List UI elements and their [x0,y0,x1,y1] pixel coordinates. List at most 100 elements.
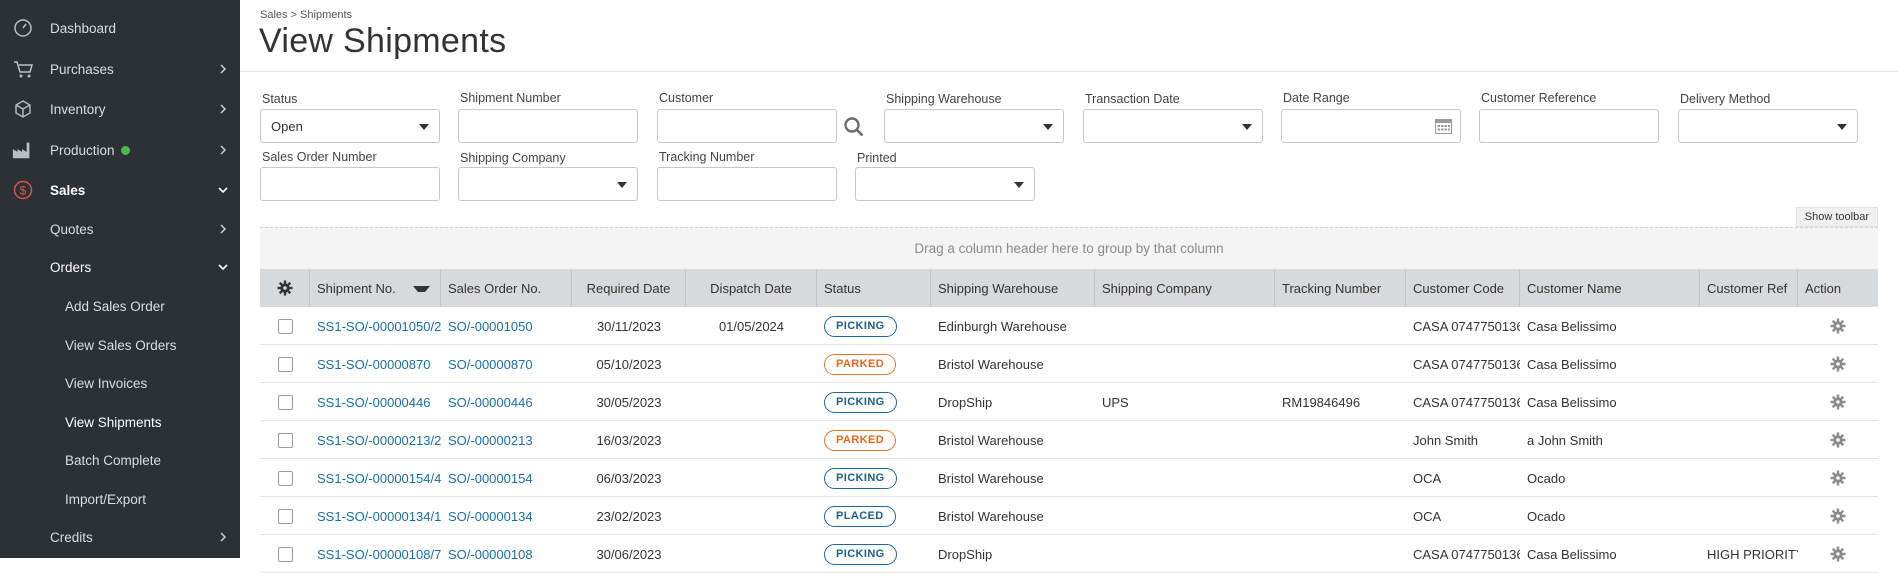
column-header-shipment-no[interactable]: Shipment No. [310,269,441,307]
column-header-dispatch-date[interactable]: Dispatch Date [686,269,817,307]
sidebar-item-add-sales-order[interactable]: Add Sales Order [0,288,240,324]
table-row[interactable]: SS1-SO/-00000154/4 SO/-00000154 06/03/2023… [260,459,1878,497]
sidebar-item-view-sales-orders[interactable]: View Sales Orders [0,327,240,363]
sales-order-no-cell: SO/-00000213 [441,421,572,459]
shipment-link[interactable]: SS1-SO/-00001050/2 [317,319,441,334]
sales-order-link[interactable]: SO/-00000446 [448,395,533,410]
sales-order-number-input[interactable] [260,167,440,201]
customer-ref-cell [1700,383,1798,421]
shipment-link[interactable]: SS1-SO/-00000870 [317,357,430,372]
printed-select[interactable] [855,167,1035,201]
sidebar-item-orders[interactable]: Orders [0,249,240,285]
customer-code-cell: CASA 0747750136 [1413,318,1520,334]
gear-icon[interactable] [1830,356,1846,372]
sidebar-item-purchases[interactable]: Purchases [0,51,240,87]
sales-order-link[interactable]: SO/-00000870 [448,357,533,372]
gear-icon[interactable] [1830,508,1846,524]
sales-order-link[interactable]: SO/-00000154 [448,471,533,486]
customer-code-cell: CASA 0747750136 [1413,356,1520,372]
row-checkbox[interactable] [277,318,293,334]
table-row[interactable]: SS1-SO/-00000108/7 SO/-00000108 30/06/2023… [260,535,1878,573]
sidebar-item-sales[interactable]: $ Sales [0,172,240,208]
sales-order-link[interactable]: SO/-00001050 [448,319,533,334]
row-checkbox[interactable] [277,394,293,410]
table-row[interactable]: SS1-SO/-00001050/2 SO/-00001050 30/11/2023… [260,307,1878,345]
sidebar-item-dashboard[interactable]: Dashboard [0,10,240,46]
gear-icon[interactable] [1830,470,1846,486]
sidebar-item-batch-complete[interactable]: Batch Complete [0,442,240,478]
gear-icon[interactable] [1830,318,1846,334]
shipment-no-cell: SS1-SO/-00000108/7 [310,535,441,573]
sidebar-item-production[interactable]: Production [0,132,240,168]
sidebar-item-quotes[interactable]: Quotes [0,211,240,247]
sales-order-link[interactable]: SO/-00000108 [448,547,533,562]
column-header-required-date[interactable]: Required Date [572,269,686,307]
shipment-link[interactable]: SS1-SO/-00000154/4 [317,471,441,486]
column-header-sales-order-no[interactable]: Sales Order No. [441,269,572,307]
table-row[interactable]: SS1-SO/-00000870 SO/-00000870 05/10/2023 PA… [260,345,1878,383]
sales-order-link[interactable]: SO/-00000213 [448,433,533,448]
shipment-link[interactable]: SS1-SO/-00000108/7 [317,547,441,562]
tracking-number-input[interactable] [657,167,837,201]
column-header-customer-code[interactable]: Customer Code [1406,269,1520,307]
customer-reference-input[interactable] [1479,109,1659,143]
customer-name-cell: Casa Belissimo [1527,318,1617,334]
row-checkbox[interactable] [277,546,293,562]
row-checkbox[interactable] [277,508,293,524]
row-checkbox[interactable] [277,432,293,448]
dispatch-date-cell [686,383,817,421]
show-toolbar-button[interactable]: Show toolbar [1795,207,1878,227]
gear-icon[interactable] [277,280,293,296]
column-header-shipping-company[interactable]: Shipping Company [1095,269,1275,307]
printed-label: Printed [857,151,897,165]
required-date-cell: 16/03/2023 [596,432,662,448]
sidebar-item-credits[interactable]: Credits [0,519,240,555]
column-settings-button[interactable] [260,269,310,307]
group-by-drop-area[interactable]: Drag a column header here to group by th… [260,227,1878,269]
sort-desc-icon [413,286,430,292]
action-cell [1798,459,1878,497]
sidebar-item-label: View Invoices [65,375,148,391]
row-checkbox[interactable] [277,470,293,486]
sidebar-item-inventory[interactable]: Inventory [0,91,240,127]
customer-ref-cell [1700,421,1798,459]
gear-icon[interactable] [1830,546,1846,562]
table-row[interactable]: SS1-SO/-00000213/2 SO/-00000213 16/03/2023… [260,421,1878,459]
search-icon[interactable] [843,116,865,138]
action-cell [1798,307,1878,345]
date-range-input[interactable] [1281,109,1461,143]
column-header-action[interactable]: Action [1798,269,1878,307]
transaction-date-select[interactable] [1083,109,1263,143]
gear-icon[interactable] [1830,432,1846,448]
status-badge: PICKING [824,543,897,565]
gear-icon[interactable] [1830,394,1846,410]
shipment-link[interactable]: SS1-SO/-00000446 [317,395,430,410]
shipping-company-cell [1095,421,1275,459]
shipping-company-select[interactable] [458,167,638,201]
sidebar-item-view-invoices[interactable]: View Invoices [0,365,240,401]
chevron-right-icon [220,145,227,155]
sidebar-item-import-export[interactable]: Import/Export [0,481,240,517]
shipment-link[interactable]: SS1-SO/-00000213/2 [317,433,441,448]
sales-order-link[interactable]: SO/-00000134 [448,509,533,524]
calendar-icon[interactable] [1435,118,1452,134]
table-row[interactable]: SS1-SO/-00000134/1 SO/-00000134 23/02/2023… [260,497,1878,535]
sidebar-item-label: Sales [50,182,86,198]
dispatch-date-cell: 01/05/2024 [718,318,785,334]
sidebar-item-view-shipments[interactable]: View Shipments [0,404,240,440]
tracking-number-cell [1275,459,1406,497]
table-row[interactable]: SS1-SO/-00000446 SO/-00000446 30/05/2023 PI… [260,383,1878,421]
customer-input[interactable] [657,109,837,143]
delivery-method-select[interactable] [1678,109,1858,143]
column-header-customer-ref[interactable]: Customer Ref [1700,269,1798,307]
column-header-status[interactable]: Status [817,269,931,307]
shipment-link[interactable]: SS1-SO/-00000134/1 [317,509,441,524]
column-header-shipping-warehouse[interactable]: Shipping Warehouse [931,269,1095,307]
column-header-tracking-number[interactable]: Tracking Number [1275,269,1406,307]
status-select[interactable]: Open [260,109,440,143]
shipment-number-input[interactable] [458,109,638,143]
column-header-customer-name[interactable]: Customer Name [1520,269,1700,307]
shipping-warehouse-cell: Bristol Warehouse [938,508,1044,524]
row-checkbox[interactable] [277,356,293,372]
shipping-warehouse-select[interactable] [884,109,1064,143]
